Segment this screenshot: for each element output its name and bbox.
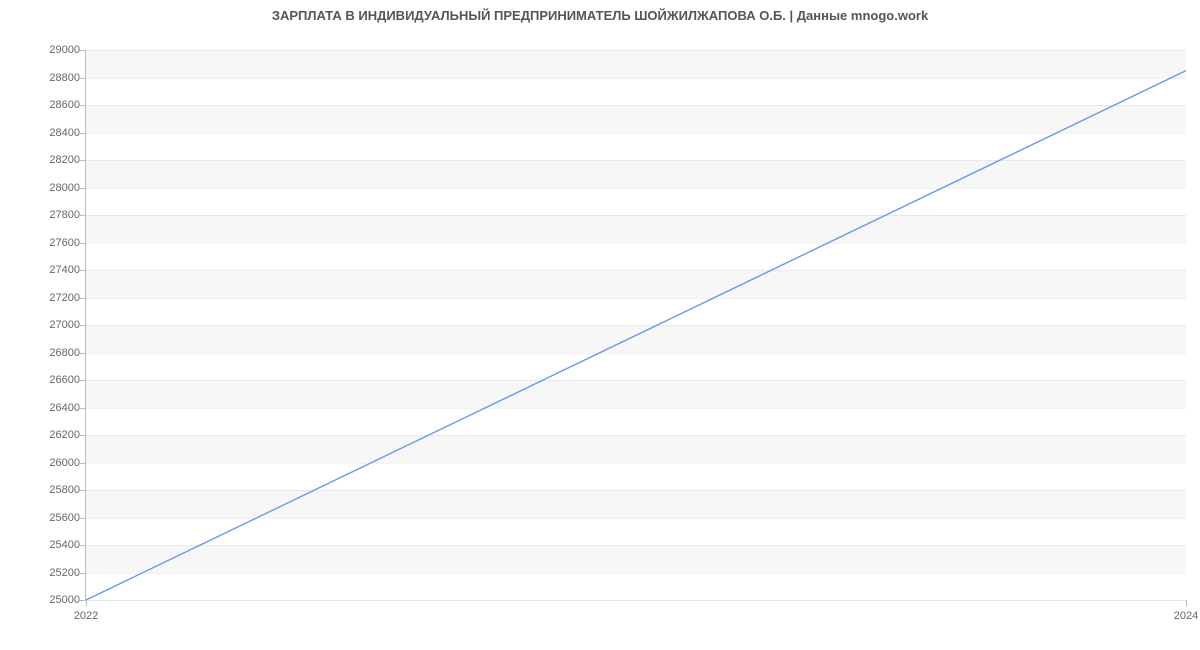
- y-tick-label: 28600: [30, 99, 80, 111]
- y-tick-mark: [80, 463, 86, 464]
- y-tick-mark: [80, 325, 86, 326]
- y-tick-label: 28200: [30, 154, 80, 166]
- y-tick-mark: [80, 188, 86, 189]
- y-tick-mark: [80, 160, 86, 161]
- y-tick-label: 26200: [30, 429, 80, 441]
- y-tick-label: 25400: [30, 539, 80, 551]
- y-tick-mark: [80, 380, 86, 381]
- x-tick-mark: [1186, 600, 1187, 606]
- y-tick-label: 27200: [30, 292, 80, 304]
- y-tick-label: 27400: [30, 264, 80, 276]
- y-tick-mark: [80, 215, 86, 216]
- y-tick-mark: [80, 408, 86, 409]
- chart-title: ЗАРПЛАТА В ИНДИВИДУАЛЬНЫЙ ПРЕДПРИНИМАТЕЛ…: [0, 8, 1200, 23]
- y-tick-mark: [80, 105, 86, 106]
- y-tick-label: 27800: [30, 209, 80, 221]
- y-tick-mark: [80, 435, 86, 436]
- y-gridline: [86, 600, 1186, 601]
- y-tick-mark: [80, 573, 86, 574]
- y-tick-label: 25800: [30, 484, 80, 496]
- y-tick-label: 28800: [30, 72, 80, 84]
- y-tick-mark: [80, 353, 86, 354]
- y-tick-label: 26800: [30, 347, 80, 359]
- y-tick-mark: [80, 78, 86, 79]
- series-line: [86, 71, 1186, 600]
- y-tick-label: 28400: [30, 127, 80, 139]
- x-tick-label: 2024: [1174, 610, 1198, 622]
- y-tick-label: 27600: [30, 237, 80, 249]
- y-tick-label: 25000: [30, 594, 80, 606]
- y-tick-label: 25200: [30, 567, 80, 579]
- y-tick-mark: [80, 490, 86, 491]
- y-tick-label: 27000: [30, 319, 80, 331]
- y-tick-mark: [80, 298, 86, 299]
- plot-area: 20222024: [85, 50, 1186, 601]
- line-layer: [86, 50, 1186, 600]
- y-tick-mark: [80, 243, 86, 244]
- chart-container: 20222024 2500025200254002560025800260002…: [0, 30, 1200, 630]
- y-tick-mark: [80, 545, 86, 546]
- y-tick-label: 29000: [30, 44, 80, 56]
- y-tick-mark: [80, 270, 86, 271]
- y-tick-mark: [80, 50, 86, 51]
- y-tick-label: 26400: [30, 402, 80, 414]
- y-tick-label: 26600: [30, 374, 80, 386]
- y-tick-label: 25600: [30, 512, 80, 524]
- x-tick-mark: [86, 600, 87, 606]
- y-tick-label: 28000: [30, 182, 80, 194]
- y-tick-label: 26000: [30, 457, 80, 469]
- x-tick-label: 2022: [74, 610, 98, 622]
- y-tick-mark: [80, 133, 86, 134]
- y-tick-mark: [80, 518, 86, 519]
